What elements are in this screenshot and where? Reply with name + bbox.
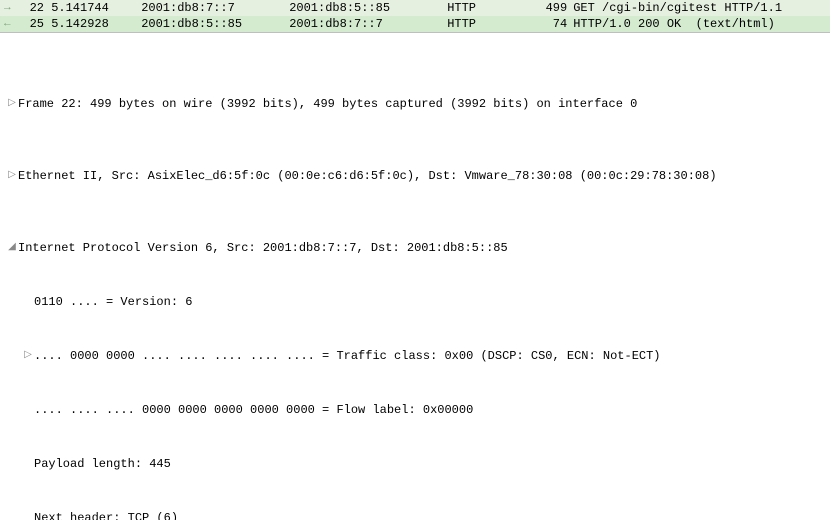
packet-proto-cell: HTTP <box>437 1 521 15</box>
packet-dst-cell: 2001:db8:7::7 <box>289 17 437 31</box>
packet-src-cell: 2001:db8:7::7 <box>131 1 289 15</box>
tree-label: 0110 .... = Version: 6 <box>34 293 830 311</box>
tree-label: Payload length: 445 <box>34 455 830 473</box>
chevron-right-icon[interactable]: ▷ <box>6 95 18 113</box>
packet-time-cell: 5.142928 <box>51 17 131 31</box>
packet-no-cell: 22 <box>18 1 44 15</box>
packet-len-cell: 74 <box>521 17 573 31</box>
chevron-right-icon[interactable]: ▷ <box>22 347 34 365</box>
packet-src-cell: 2001:db8:5::85 <box>131 17 289 31</box>
packet-row[interactable]: → 22 5.141744 2001:db8:7::7 2001:db8:5::… <box>0 0 830 16</box>
tree-label: .... 0000 0000 .... .... .... .... .... … <box>34 347 830 365</box>
tree-item-frame[interactable]: ▷ Frame 22: 499 bytes on wire (3992 bits… <box>0 95 830 113</box>
packet-proto-cell: HTTP <box>437 17 521 31</box>
tree-item-ipv6-traffic-class[interactable]: ▷ .... 0000 0000 .... .... .... .... ...… <box>0 347 830 365</box>
tree-item-ipv6-payload-length[interactable]: · Payload length: 445 <box>0 455 830 473</box>
packet-info-cell: GET /cgi-bin/cgitest HTTP/1.1 <box>573 1 830 15</box>
tree-item-ipv6-next-header[interactable]: · Next header: TCP (6) <box>0 509 830 520</box>
packet-len-cell: 499 <box>521 1 573 15</box>
packet-row[interactable]: ← 25 5.142928 2001:db8:5::85 2001:db8:7:… <box>0 16 830 32</box>
tree-item-ipv6[interactable]: ◢ Internet Protocol Version 6, Src: 2001… <box>0 239 830 257</box>
tree-label: Internet Protocol Version 6, Src: 2001:d… <box>18 239 830 257</box>
tree-label: Next header: TCP (6) <box>34 509 830 520</box>
tree-label: Ethernet II, Src: AsixElec_d6:5f:0c (00:… <box>18 167 830 185</box>
direction-arrow-icon: ← <box>4 16 18 32</box>
packet-dst-cell: 2001:db8:5::85 <box>289 1 437 15</box>
packet-no-cell: 25 <box>18 17 44 31</box>
packet-list-pane: → 22 5.141744 2001:db8:7::7 2001:db8:5::… <box>0 0 830 33</box>
tree-label: Frame 22: 499 bytes on wire (3992 bits),… <box>18 95 830 113</box>
tree-label: .... .... .... 0000 0000 0000 0000 0000 … <box>34 401 830 419</box>
tree-item-ipv6-flow-label[interactable]: · .... .... .... 0000 0000 0000 0000 000… <box>0 401 830 419</box>
direction-arrow-icon: → <box>4 0 18 16</box>
packet-info-cell: HTTP/1.0 200 OK (text/html) <box>573 17 830 31</box>
tree-item-ipv6-version[interactable]: · 0110 .... = Version: 6 <box>0 293 830 311</box>
chevron-down-icon[interactable]: ◢ <box>6 239 18 257</box>
packet-time-cell: 5.141744 <box>51 1 131 15</box>
packet-details-pane: ▷ Frame 22: 499 bytes on wire (3992 bits… <box>0 33 830 520</box>
tree-item-ethernet[interactable]: ▷ Ethernet II, Src: AsixElec_d6:5f:0c (0… <box>0 167 830 185</box>
chevron-right-icon[interactable]: ▷ <box>6 167 18 185</box>
